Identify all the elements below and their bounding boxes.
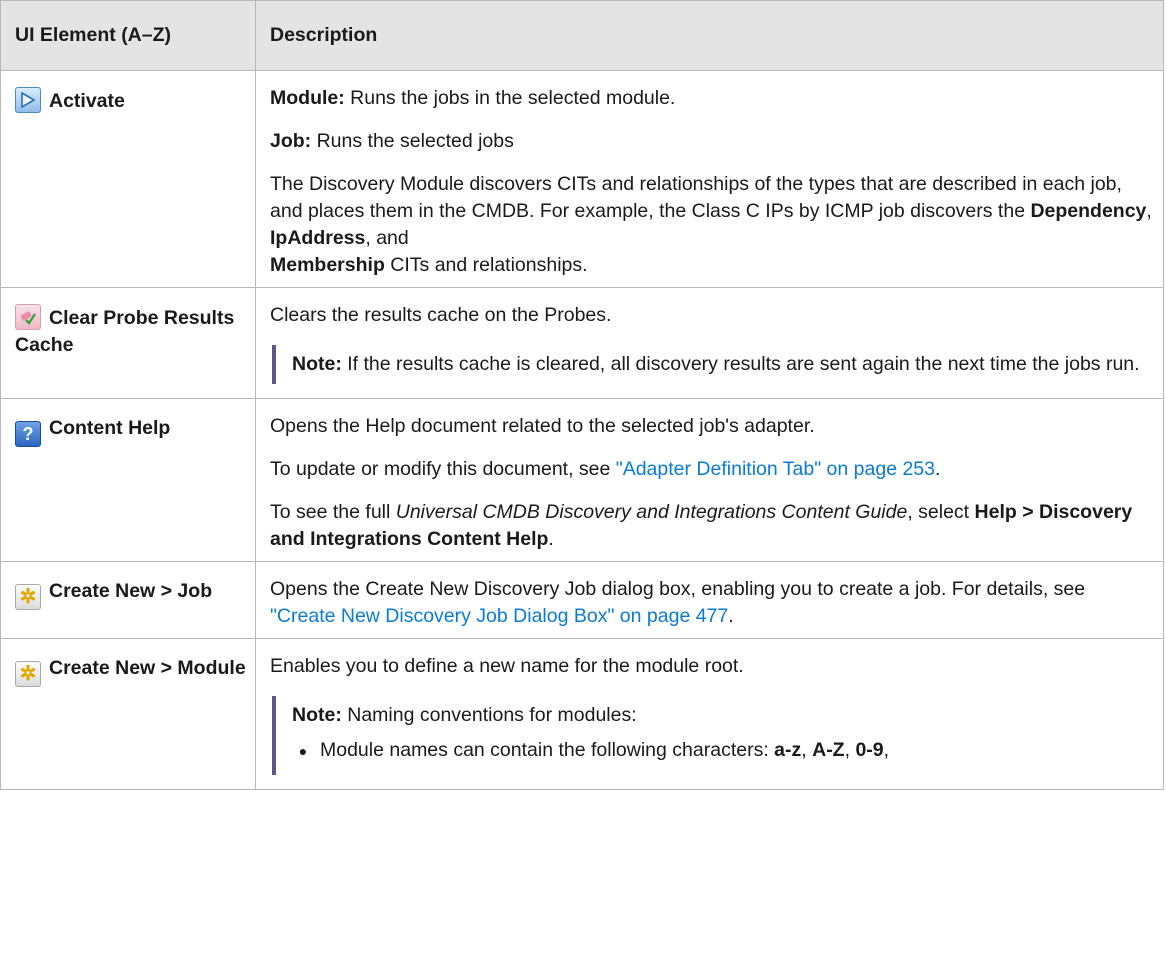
- ui-element-cell: ? Content Help: [0, 398, 256, 562]
- description-text: .: [548, 528, 554, 550]
- description-text: ,: [883, 739, 890, 761]
- new-icon: ✲: [15, 584, 41, 610]
- activate-icon: [15, 87, 41, 113]
- description-paragraph: Job: Runs the selected jobs: [270, 128, 1153, 155]
- description-text: , select: [907, 501, 975, 523]
- term-label: Job:: [270, 130, 312, 152]
- term-label: A-Z: [812, 739, 845, 761]
- description-text: To see the full: [270, 501, 396, 523]
- description-paragraph: Clears the results cache on the Probes.: [270, 304, 612, 326]
- bullet-icon: ●: [298, 743, 308, 759]
- description-text: ,: [1146, 200, 1152, 222]
- description-paragraph: Enables you to define a new name for the…: [270, 655, 744, 677]
- description-cell: Clears the results cache on the Probes. …: [255, 287, 1164, 399]
- header-description: Description: [255, 0, 1164, 71]
- new-icon: ✲: [15, 661, 41, 687]
- term-label: Dependency: [1030, 200, 1147, 222]
- description-cell: Module: Runs the jobs in the selected mo…: [255, 70, 1164, 288]
- note-text: Naming conventions for modules:: [341, 704, 637, 726]
- table-row: ✲ Create New > Job Opens the Create New D…: [0, 561, 1164, 639]
- description-paragraph: Opens the Help document related to the s…: [270, 415, 815, 437]
- description-text: The Discovery Module discovers CITs and …: [270, 173, 1122, 222]
- element-name: Content Help: [49, 417, 171, 439]
- description-text: ,: [844, 739, 856, 761]
- table-row: ✲ Create New > Module Enables you to defi…: [0, 638, 1164, 790]
- table-row: Activate Module: Runs the jobs in the se…: [0, 70, 1164, 288]
- ui-element-cell: Activate: [0, 70, 256, 288]
- description-text: Runs the jobs in the selected module.: [344, 87, 676, 109]
- help-icon: ?: [15, 421, 41, 447]
- table-header-row: UI Element (A–Z) Description: [0, 0, 1164, 71]
- note-box: Note: Naming conventions for modules: ● …: [272, 696, 1153, 775]
- element-name: Create New > Job: [49, 580, 213, 602]
- description-cell: Opens the Help document related to the s…: [255, 398, 1164, 562]
- element-name: Activate: [49, 90, 125, 112]
- description-paragraph: To update or modify this document, see "…: [270, 456, 1153, 483]
- description-text: .: [935, 458, 941, 480]
- term-label: 0-9: [855, 739, 884, 761]
- description-text: Module names can contain the following c…: [320, 739, 775, 761]
- note-label: Note:: [292, 353, 342, 375]
- description-paragraph: Opens the Create New Discovery Job dialo…: [270, 576, 1153, 630]
- element-name: Clear Probe Results Cache: [15, 307, 235, 356]
- description-paragraph: Module: Runs the jobs in the selected mo…: [270, 85, 1153, 112]
- term-label: a-z: [774, 739, 802, 761]
- bullet-text: Module names can contain the following c…: [320, 737, 889, 764]
- element-name: Create New > Module: [49, 657, 246, 679]
- list-item: ● Module names can contain the following…: [292, 737, 1153, 765]
- description-paragraph: To see the full Universal CMDB Discovery…: [270, 499, 1153, 553]
- note-text: If the results cache is cleared, all dis…: [341, 353, 1140, 375]
- adapter-definition-link[interactable]: "Adapter Definition Tab" on page 253: [616, 458, 935, 480]
- description-text: .: [728, 605, 734, 627]
- description-text: Runs the selected jobs: [311, 130, 514, 152]
- ui-elements-table: UI Element (A–Z) Description Activate Mo…: [0, 0, 1164, 790]
- description-text: Opens the Create New Discovery Job dialo…: [270, 578, 1086, 600]
- note-box: Note: If the results cache is cleared, a…: [272, 345, 1153, 384]
- table-row: ? Content Help Opens the Help document re…: [0, 398, 1164, 562]
- term-label: Module:: [270, 87, 345, 109]
- description-cell: Enables you to define a new name for the…: [255, 638, 1164, 790]
- clear-cache-icon: [15, 304, 41, 330]
- description-text: CITs and relationships.: [384, 254, 588, 276]
- note-label: Note:: [292, 704, 342, 726]
- header-ui-element: UI Element (A–Z): [0, 0, 256, 71]
- description-text: ,: [801, 739, 813, 761]
- table-row: Clear Probe Results Cache Clears the res…: [0, 287, 1164, 399]
- guide-title: Universal CMDB Discovery and Integration…: [395, 501, 908, 523]
- description-cell: Opens the Create New Discovery Job dialo…: [255, 561, 1164, 639]
- ui-element-cell: ✲ Create New > Job: [0, 561, 256, 639]
- ui-element-cell: ✲ Create New > Module: [0, 638, 256, 790]
- description-text: , and: [365, 227, 409, 249]
- create-job-dialog-link[interactable]: "Create New Discovery Job Dialog Box" on…: [270, 605, 728, 627]
- description-text: To update or modify this document, see: [270, 458, 616, 480]
- description-paragraph: The Discovery Module discovers CITs and …: [270, 171, 1153, 279]
- term-label: Membership: [270, 254, 385, 276]
- ui-element-cell: Clear Probe Results Cache: [0, 287, 256, 399]
- term-label: IpAddress: [270, 227, 366, 249]
